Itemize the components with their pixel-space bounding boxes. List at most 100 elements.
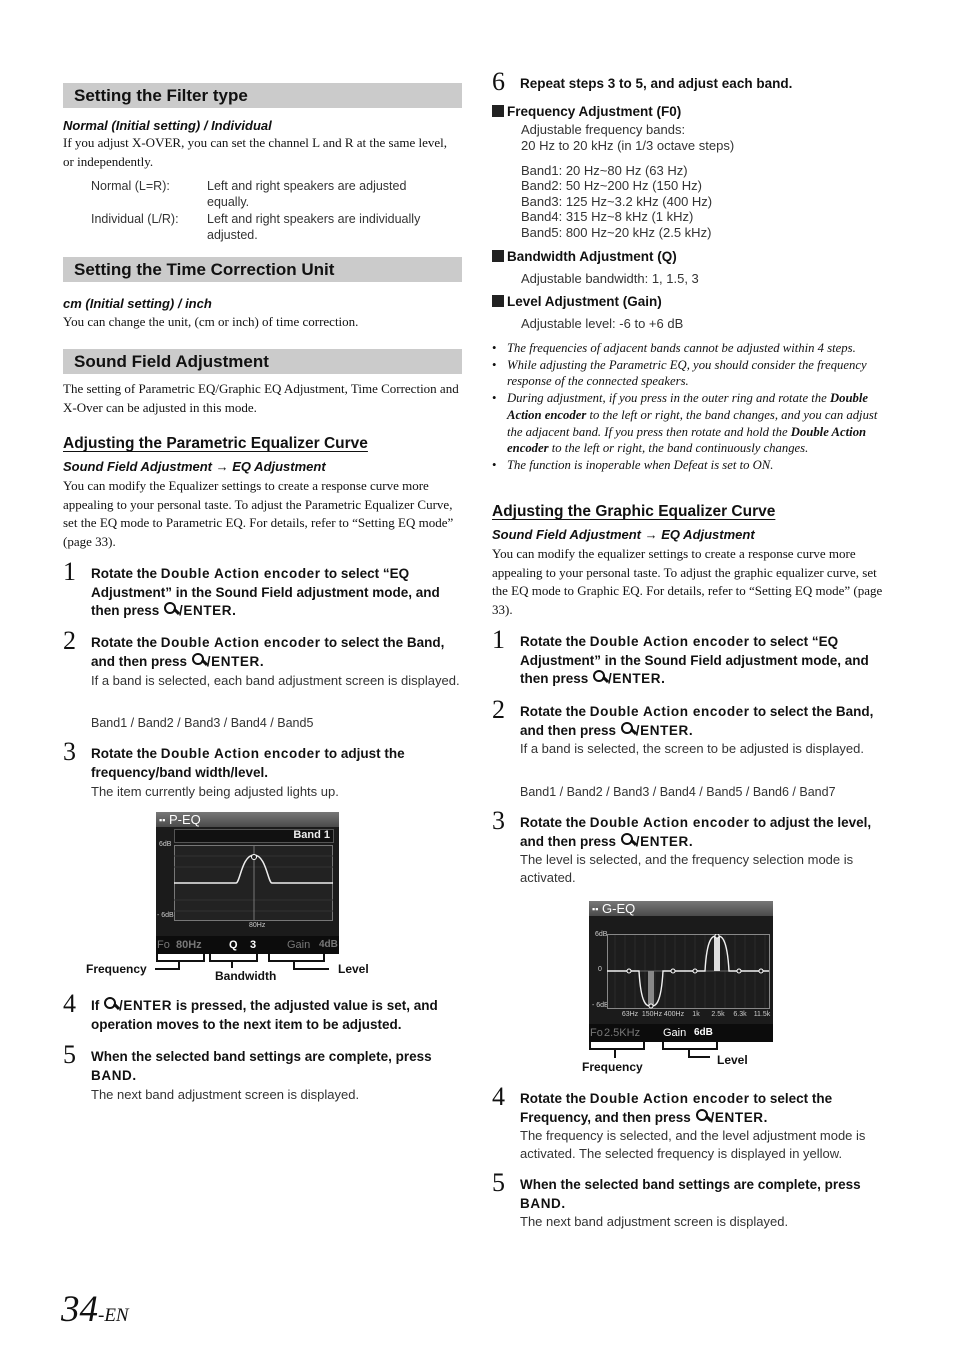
band-bar [714, 936, 720, 971]
def-desc-normal: Left and right speakers are adjusted equ… [207, 179, 407, 209]
band-range-2: Band2: 50 Hz~200 Hz (150 Hz) [521, 178, 703, 193]
step-number: 1 [63, 557, 76, 586]
callout-line [231, 960, 233, 968]
def-term-individual: Individual (L/R): [91, 212, 179, 226]
arrow-icon: → [644, 527, 658, 542]
geq-step-4: Rotate the Double Action encoder to sele… [520, 1091, 833, 1125]
callout-bandwidth: Bandwidth [215, 969, 277, 983]
freq-adj-heading: Frequency Adjustment (F0) [492, 104, 681, 119]
peq-screen: ▪▪ P-EQ Band 1 6dB - 6dB 80Hz Fo 80Hz Q … [156, 812, 339, 954]
section-title-filter-type: Setting the Filter type [63, 83, 462, 108]
band-point [648, 1003, 654, 1009]
section-title-sound-field: Sound Field Adjustment [63, 349, 462, 374]
x-freq-label: 400Hz [663, 1011, 685, 1018]
path-part: Sound Field Adjustment [492, 527, 642, 542]
step-number: 6 [492, 67, 505, 96]
note-item: While adjusting the Parametric EQ, you s… [492, 357, 892, 390]
x-freq-label: 6.3k [733, 1011, 747, 1018]
menu-grid-icon: ▪▪ [159, 815, 166, 825]
bw-adj-text: Adjustable bandwidth: 1, 1.5, 3 [521, 271, 699, 286]
peq-band-list: Band1 / Band2 / Band3 / Band4 / Band5 [91, 716, 314, 730]
path-part: Sound Field Adjustment [63, 459, 213, 474]
peq-step-3-sub: The item currently being adjusted lights… [91, 784, 339, 799]
x-freq-label: 80Hz [249, 922, 266, 929]
callout-line [614, 1048, 616, 1058]
geq-step-1: Rotate the Double Action encoder to sele… [520, 634, 869, 686]
y-top-label: 6dB [159, 841, 172, 848]
step-number: 5 [63, 1040, 76, 1069]
step-number: 2 [63, 626, 76, 655]
gain-value: 6dB [694, 1027, 713, 1038]
callout-level: Level [717, 1053, 748, 1067]
step-number: 5 [492, 1168, 505, 1197]
search-icon [103, 997, 118, 1012]
peq-heading: Adjusting the Parametric Equalizer Curve [63, 435, 368, 452]
geq-status-bar: Fo 2.5KHz Gain 6dB [589, 1024, 773, 1042]
step-number: 4 [63, 989, 76, 1018]
search-icon [695, 1108, 710, 1124]
y-mid-label: 0 [598, 966, 602, 973]
geq-step-3: Rotate the Double Action encoder to adju… [520, 815, 872, 849]
step-number: 1 [492, 625, 505, 654]
gain-value: 4dB [319, 939, 338, 950]
square-bullet-icon [492, 105, 504, 117]
band-bar [648, 971, 654, 1006]
callout-frequency: Frequency [582, 1060, 643, 1074]
time-desc: You can change the unit, (cm or inch) of… [63, 314, 359, 329]
y-bottom-label: - 6dB [157, 912, 174, 919]
fo-value: 80Hz [176, 939, 202, 951]
menu-grid-icon: ▪▪ [592, 904, 599, 914]
callout-line [155, 968, 180, 970]
step-number: 3 [63, 737, 76, 766]
peq-step-2: Rotate the Double Action encoder to sele… [91, 635, 445, 669]
peq-step-4: If /ENTER is pressed, the adjusted value… [91, 997, 438, 1032]
note-item: The function is inoperable when Defeat i… [492, 457, 892, 474]
band-range-4: Band4: 315 Hz~8 kHz (1 kHz) [521, 209, 694, 224]
y-top-label: 6dB [595, 931, 608, 938]
q-label: Q [229, 939, 238, 951]
geq-screen: ▪▪ G-EQ 6dB 0 - 6dB Fo 2.5KHz Gain 6dB 6… [589, 901, 773, 1042]
path-part: EQ Adjustment [232, 459, 326, 474]
gain-label: Gain [287, 939, 311, 951]
frequency-bracket [589, 1042, 645, 1050]
search-icon [163, 602, 178, 617]
peq-screen-title: P-EQ [169, 812, 201, 827]
fo-label: Fo [157, 939, 170, 951]
x-freq-label: 63Hz [621, 1011, 639, 1018]
freq-adj-line1: Adjustable frequency bands: [521, 122, 686, 137]
x-freq-label: 2.5k [711, 1011, 725, 1018]
geq-step-5: When the selected band settings are comp… [520, 1177, 861, 1211]
q-value: 3 [250, 939, 257, 951]
geq-step-5-sub: The next band adjustment screen is displ… [520, 1214, 789, 1229]
peq-step-3: Rotate the Double Action encoder to adju… [91, 746, 405, 780]
band-point [692, 968, 698, 974]
geq-step-2-sub: If a band is selected, the screen to be … [520, 741, 864, 756]
level-adj-text: Adjustable level: -6 to +6 dB [521, 316, 684, 331]
search-icon [592, 670, 607, 685]
fo-label: Fo [590, 1027, 603, 1039]
geq-band-list: Band1 / Band2 / Band3 / Band4 / Band5 / … [520, 785, 836, 799]
band-point [714, 934, 720, 939]
level-bracket [662, 1042, 718, 1050]
callout-line [688, 1056, 710, 1058]
search-icon [620, 721, 635, 737]
geq-desc: You can modify the equalizer settings to… [492, 546, 883, 617]
square-bullet-icon [492, 250, 504, 262]
band-point [758, 968, 764, 974]
geq-screen-title: G-EQ [602, 901, 636, 916]
level-adj-heading: Level Adjustment (Gain) [492, 294, 662, 309]
time-options: cm (Initial setting) / inch [63, 296, 212, 311]
x-freq-label: 1k [692, 1011, 700, 1018]
band-point [626, 968, 632, 974]
gain-label: Gain [663, 1027, 687, 1039]
freq-adj-line2: 20 Hz to 20 kHz (in 1/3 octave steps) [521, 138, 735, 153]
band-indicator: Band 1 [174, 829, 334, 843]
note-item: The frequencies of adjacent bands cannot… [492, 340, 892, 357]
square-bullet-icon [492, 295, 504, 307]
geq-step-4-sub: The frequency is selected, and the level… [520, 1128, 866, 1161]
bandwidth-bracket [209, 954, 258, 962]
step-number: 2 [492, 695, 505, 724]
def-term-normal: Normal (L=R): [91, 179, 170, 193]
path-part: EQ Adjustment [661, 527, 755, 542]
level-bracket [268, 954, 325, 962]
